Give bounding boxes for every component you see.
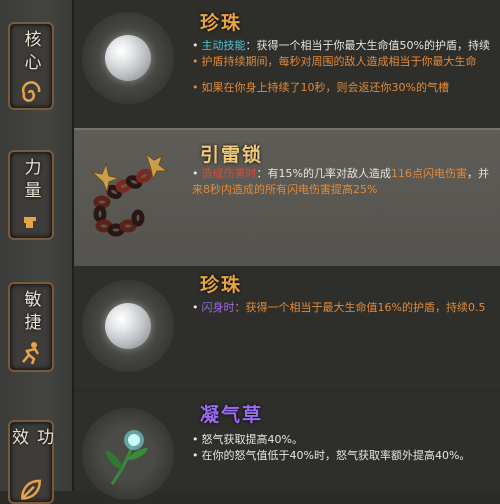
pearl-icon bbox=[105, 303, 151, 349]
item-title: 凝气草 bbox=[200, 404, 264, 426]
category-sidebar: 核心 力量 敏捷 功效 bbox=[0, 0, 74, 504]
item-list: 珍珠 • 主动技能：获得一个相当于你最大生命值50%的护盾，持续 • 护盾持续期间，… bbox=[74, 0, 500, 500]
lightning-chain-icon bbox=[90, 152, 169, 237]
item-icon-frame bbox=[82, 280, 174, 372]
desc-line: • 如果在你身上持续了10秒，则会返还你30%的气槽 bbox=[192, 81, 449, 94]
tab-agility-label: 敏捷 bbox=[20, 290, 41, 336]
desc-line: • 主动技能：获得一个相当于你最大生命值50%的护盾，持续 bbox=[192, 39, 490, 52]
list-item-selected[interactable]: 引雷锁 • 造成伤害时：有15%的几率对敌人造成116点闪电伤害，并 来8秒内造成… bbox=[74, 128, 500, 268]
list-item[interactable]: 凝气草 • 怒气获取提高40%。 • 在你的怒气值低于40%时，怒气获取率额外提高4… bbox=[74, 392, 500, 500]
item-icon-frame bbox=[82, 408, 174, 500]
spiral-icon bbox=[21, 81, 41, 102]
item-title: 引雷锁 bbox=[200, 144, 264, 166]
item-description: • 造成伤害时：有15%的几率对敌人造成116点闪电伤害，并 来8秒内造成的所有闪… bbox=[192, 166, 489, 198]
tab-core[interactable]: 核心 bbox=[8, 22, 54, 110]
desc-line: • 闪身时：获得一个相当于最大生命值16%的护盾，持续0.5 bbox=[192, 301, 486, 314]
desc-line: • 怒气获取提高40%。 bbox=[192, 433, 303, 446]
tab-core-label: 核心 bbox=[20, 30, 41, 76]
tab-strength-label: 力量 bbox=[20, 158, 41, 204]
item-title: 珍珠 bbox=[200, 274, 243, 296]
desc-line: • 造成伤害时：有15%的几率对敌人造成116点闪电伤害，并 bbox=[192, 167, 489, 180]
item-description: • 怒气获取提高40%。 • 在你的怒气值低于40%时，怒气获取率额外提高40%。 bbox=[192, 432, 470, 464]
running-figure-icon bbox=[22, 342, 40, 365]
list-item[interactable]: 珍珠 • 闪身时：获得一个相当于最大生命值16%的护盾，持续0.5 bbox=[74, 266, 500, 390]
leaf-icon bbox=[21, 479, 41, 500]
tab-agility[interactable]: 敏捷 bbox=[8, 282, 54, 372]
desc-line: • 在你的怒气值低于40%时，怒气获取率额外提高40%。 bbox=[192, 449, 471, 462]
list-item[interactable]: 珍珠 • 主动技能：获得一个相当于你最大生命值50%的护盾，持续 • 护盾持续期间，… bbox=[74, 0, 500, 128]
pearl-icon bbox=[105, 35, 151, 81]
tab-efficacy[interactable]: 功效 bbox=[8, 420, 54, 504]
item-icon-frame bbox=[82, 12, 174, 104]
desc-line: 来8秒内造成的所有闪电伤害提高25% bbox=[192, 183, 378, 196]
tab-strength[interactable]: 力量 bbox=[8, 150, 54, 240]
item-description: • 主动技能：获得一个相当于你最大生命值50%的护盾，持续 • 护盾持续期间，每秒对… bbox=[192, 38, 490, 96]
fist-icon bbox=[24, 217, 36, 228]
item-title: 珍珠 bbox=[200, 12, 243, 34]
item-description: • 闪身时：获得一个相当于最大生命值16%的护盾，持续0.5 bbox=[192, 300, 485, 316]
glowing-herb-icon bbox=[106, 430, 148, 485]
desc-line: • 护盾持续期间，每秒对周围的敌人造成相当于你最大生命 bbox=[192, 55, 477, 68]
tab-efficacy-label: 功效 bbox=[8, 428, 53, 451]
